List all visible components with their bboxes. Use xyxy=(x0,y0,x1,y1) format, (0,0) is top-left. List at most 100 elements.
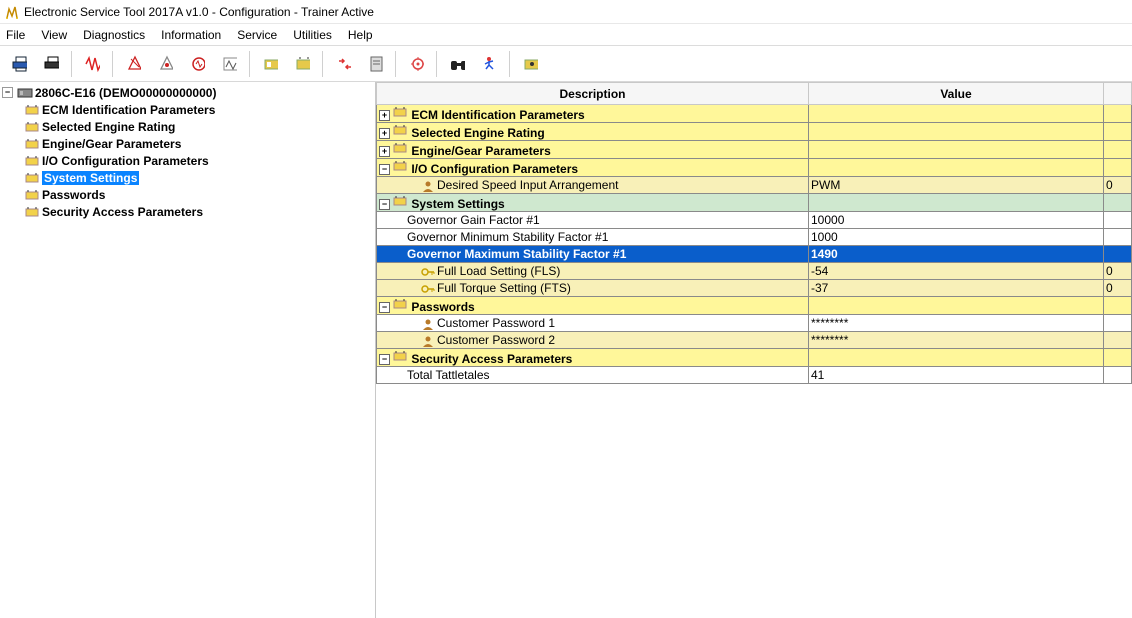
document-button[interactable] xyxy=(360,49,390,79)
menu-file[interactable]: File xyxy=(6,28,25,42)
row-extra xyxy=(1104,159,1132,177)
config-icon xyxy=(24,205,40,219)
row-extra xyxy=(1104,297,1132,315)
tree-item[interactable]: ECM Identification Parameters xyxy=(24,101,373,118)
row-description: Desired Speed Input Arrangement xyxy=(437,178,618,192)
grid-row[interactable]: − Security Access Parameters xyxy=(377,349,1132,367)
grid-row[interactable]: Governor Minimum Stability Factor #11000 xyxy=(377,229,1132,246)
toggle-icon[interactable]: − xyxy=(379,164,390,175)
ecm-1-button[interactable] xyxy=(255,49,285,79)
column-value[interactable]: Value xyxy=(809,83,1104,105)
row-value: ******** xyxy=(809,332,1104,349)
row-description: System Settings xyxy=(411,197,504,211)
grid-row[interactable]: Total Tattletales41 xyxy=(377,367,1132,384)
grid-row[interactable]: + Selected Engine Rating xyxy=(377,123,1132,141)
row-description: Governor Maximum Stability Factor #1 xyxy=(407,247,626,261)
print-preview-button[interactable] xyxy=(36,49,66,79)
grid-row[interactable]: − System Settings xyxy=(377,194,1132,212)
grid-row[interactable]: − Passwords xyxy=(377,297,1132,315)
toggle-icon[interactable]: − xyxy=(379,354,390,365)
row-description: Passwords xyxy=(411,300,474,314)
row-value: -54 xyxy=(809,263,1104,280)
menu-view[interactable]: View xyxy=(41,28,67,42)
grid-row[interactable]: Governor Maximum Stability Factor #11490 xyxy=(377,246,1132,263)
toolbar-separator xyxy=(509,51,510,77)
menu-information[interactable]: Information xyxy=(161,28,221,42)
row-extra xyxy=(1104,315,1132,332)
tree-root-label: 2806C-E16 (DEMO00000000000) xyxy=(35,86,216,100)
row-description: Full Load Setting (FLS) xyxy=(437,264,560,278)
column-extra[interactable] xyxy=(1104,83,1132,105)
tool-4-button[interactable] xyxy=(214,49,244,79)
row-value: 1000 xyxy=(809,229,1104,246)
tool-3-button[interactable] xyxy=(182,49,212,79)
row-description: Customer Password 1 xyxy=(437,316,555,330)
config-icon xyxy=(24,120,40,134)
tree-item[interactable]: System Settings xyxy=(24,169,373,186)
collapse-icon[interactable]: − xyxy=(2,87,13,98)
grid-row[interactable]: + Engine/Gear Parameters xyxy=(377,141,1132,159)
grid-row[interactable]: − I/O Configuration Parameters xyxy=(377,159,1132,177)
menu-service[interactable]: Service xyxy=(237,28,277,42)
row-description: Security Access Parameters xyxy=(411,352,572,366)
gear-button[interactable] xyxy=(401,49,431,79)
menu-help[interactable]: Help xyxy=(348,28,373,42)
toggle-icon[interactable]: + xyxy=(379,128,390,139)
tree-item-label: ECM Identification Parameters xyxy=(42,103,215,117)
user-icon xyxy=(421,318,435,330)
menu-utilities[interactable]: Utilities xyxy=(293,28,332,42)
toggle-icon[interactable]: − xyxy=(379,199,390,210)
row-extra xyxy=(1104,246,1132,263)
row-description: ECM Identification Parameters xyxy=(411,108,584,122)
config-icon xyxy=(392,105,408,119)
row-value xyxy=(809,141,1104,159)
tool-2-button[interactable] xyxy=(150,49,180,79)
config-icon xyxy=(24,154,40,168)
grid-row[interactable]: Customer Password 2******** xyxy=(377,332,1132,349)
toggle-icon[interactable]: + xyxy=(379,110,390,121)
row-extra xyxy=(1104,229,1132,246)
ecm-3-button[interactable] xyxy=(515,49,545,79)
arrows-button[interactable] xyxy=(328,49,358,79)
row-extra: 0 xyxy=(1104,280,1132,297)
content-area: − 2806C-E16 (DEMO00000000000) ECM Identi… xyxy=(0,82,1132,618)
row-value: ******** xyxy=(809,315,1104,332)
toolbar-separator xyxy=(322,51,323,77)
waveform-button[interactable] xyxy=(77,49,107,79)
column-description[interactable]: Description xyxy=(377,83,809,105)
tree-item[interactable]: Passwords xyxy=(24,186,373,203)
row-description: Selected Engine Rating xyxy=(411,126,544,140)
tree-item[interactable]: Security Access Parameters xyxy=(24,203,373,220)
toggle-icon[interactable]: − xyxy=(379,302,390,313)
grid-row[interactable]: Desired Speed Input ArrangementPWM0 xyxy=(377,177,1132,194)
grid-row[interactable]: Full Load Setting (FLS)-540 xyxy=(377,263,1132,280)
config-icon xyxy=(24,103,40,117)
toggle-icon[interactable]: + xyxy=(379,146,390,157)
grid-row[interactable]: Full Torque Setting (FTS)-370 xyxy=(377,280,1132,297)
row-description: Full Torque Setting (FTS) xyxy=(437,281,571,295)
window-title: Electronic Service Tool 2017A v1.0 - Con… xyxy=(24,5,374,19)
binoculars-button[interactable] xyxy=(442,49,472,79)
tree-item[interactable]: Selected Engine Rating xyxy=(24,118,373,135)
print-button[interactable] xyxy=(4,49,34,79)
menu-diagnostics[interactable]: Diagnostics xyxy=(83,28,145,42)
person-run-button[interactable] xyxy=(474,49,504,79)
row-value: 10000 xyxy=(809,212,1104,229)
ecm-2-button[interactable] xyxy=(287,49,317,79)
parameter-grid[interactable]: Description Value + ECM Identification P… xyxy=(376,82,1132,618)
tree-panel[interactable]: − 2806C-E16 (DEMO00000000000) ECM Identi… xyxy=(0,82,376,618)
tree-item[interactable]: I/O Configuration Parameters xyxy=(24,152,373,169)
user-icon xyxy=(421,180,435,192)
grid-row[interactable]: + ECM Identification Parameters xyxy=(377,105,1132,123)
row-value xyxy=(809,123,1104,141)
row-value xyxy=(809,297,1104,315)
grid-row[interactable]: Customer Password 1 ******** xyxy=(377,315,1132,332)
toolbar xyxy=(0,46,1132,82)
tree-root[interactable]: − 2806C-E16 (DEMO00000000000) xyxy=(2,84,373,101)
row-extra xyxy=(1104,105,1132,123)
config-icon xyxy=(392,194,408,208)
config-icon xyxy=(392,141,408,155)
tool-1-button[interactable] xyxy=(118,49,148,79)
tree-item[interactable]: Engine/Gear Parameters xyxy=(24,135,373,152)
grid-row[interactable]: Governor Gain Factor #110000 xyxy=(377,212,1132,229)
